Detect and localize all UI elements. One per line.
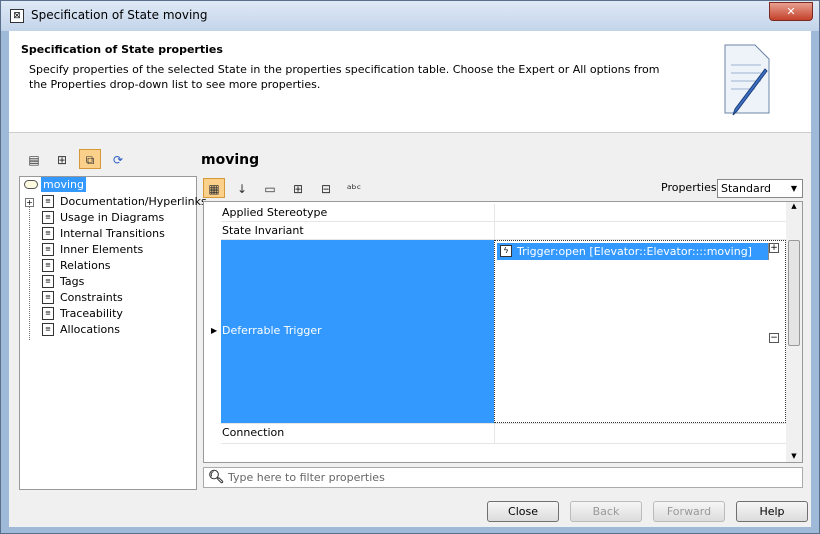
document-icon: ≡: [42, 227, 54, 240]
scroll-down-icon[interactable]: ▼: [786, 452, 802, 460]
scroll-up-icon[interactable]: ▲: [786, 202, 802, 210]
refresh-icon[interactable]: ⟳: [107, 150, 129, 170]
properties-table: Applied Stereotype State Invariant ▶ Def…: [203, 201, 803, 463]
categorized-icon[interactable]: ▦: [203, 178, 225, 198]
header-description: Specify properties of the selected State…: [29, 63, 660, 91]
tree-item[interactable]: Relations: [60, 258, 111, 274]
trigger-icon: ϟ: [500, 245, 512, 257]
properties-label: Properties:: [661, 181, 721, 194]
row-name: Deferrable Trigger: [221, 240, 494, 423]
app-icon: ⊠: [10, 9, 24, 23]
document-icon: ≡: [42, 243, 54, 256]
properties-selected: Standard: [721, 182, 772, 195]
tree-item[interactable]: Constraints: [60, 290, 123, 306]
table-row[interactable]: Applied Stereotype: [221, 204, 786, 222]
collapse-all-icon[interactable]: ⊟: [315, 179, 337, 199]
document-icon: ≡: [42, 195, 54, 208]
tree-item[interactable]: Inner Elements: [60, 242, 143, 258]
forward-button[interactable]: Forward: [653, 501, 725, 522]
help-button[interactable]: Help: [736, 501, 808, 522]
window-title: Specification of State moving: [31, 8, 208, 22]
copy-view-icon[interactable]: ⧉: [79, 149, 101, 169]
tree-line: [29, 207, 30, 340]
document-icon: ≡: [42, 275, 54, 288]
header-title: Specification of State properties: [21, 43, 223, 56]
document-pencil-icon: [724, 44, 770, 116]
title-bar: ⊠ Specification of State moving ✕: [1, 1, 819, 31]
tree-item[interactable]: Internal Transitions: [60, 226, 165, 242]
document-icon: ≡: [42, 259, 54, 272]
expand-icon[interactable]: +: [25, 198, 34, 207]
trigger-text: Trigger:open [Elevator::Elevator::::movi…: [517, 245, 752, 258]
trigger-list-item[interactable]: ϟ Trigger:open [Elevator::Elevator::::mov…: [497, 243, 769, 260]
sort-alpha-icon[interactable]: ↓: [231, 179, 253, 199]
row-pointer-icon: ▶: [211, 326, 218, 335]
state-icon: [24, 180, 38, 189]
remove-icon[interactable]: −: [769, 333, 779, 343]
document-icon: ≡: [42, 307, 54, 320]
expand-all-icon[interactable]: ⊞: [287, 179, 309, 199]
add-icon[interactable]: +: [769, 243, 779, 253]
filter-input[interactable]: 🔍︎ Type here to filter properties: [203, 467, 803, 488]
element-name: moving: [201, 152, 260, 168]
document-icon: ≡: [42, 211, 54, 224]
close-button[interactable]: Close: [487, 501, 559, 522]
row-name: Connection: [222, 426, 285, 439]
vertical-scrollbar[interactable]: ▲ ▼: [786, 202, 802, 462]
tree-item[interactable]: Usage in Diagrams: [60, 210, 164, 226]
row-value[interactable]: [494, 222, 786, 239]
chevron-down-icon: ▼: [790, 184, 798, 193]
row-value[interactable]: [494, 424, 786, 443]
table-row[interactable]: ▶ Deferrable Trigger ϟ Trigger:open [Elev…: [211, 240, 786, 424]
description-icon[interactable]: ▭: [259, 179, 281, 199]
document-icon: ≡: [42, 323, 54, 336]
table-row[interactable]: Connection: [221, 424, 786, 444]
row-name: Applied Stereotype: [222, 206, 328, 219]
spelling-icon[interactable]: ᵃᵇᶜ: [343, 179, 365, 199]
properties-dropdown[interactable]: Standard ▼: [717, 179, 803, 198]
search-icon: 🔍︎: [208, 470, 225, 485]
tree-item[interactable]: Traceability: [60, 306, 123, 322]
table-view-icon[interactable]: ▤: [23, 150, 45, 170]
tree-view-icon[interactable]: ⊞: [51, 150, 73, 170]
window-close-button[interactable]: ✕: [769, 2, 813, 21]
tree-item[interactable]: Allocations: [60, 322, 120, 338]
tree-root-moving[interactable]: moving: [41, 177, 86, 192]
tree-item[interactable]: Tags: [60, 274, 84, 290]
dialog-window: ⊠ Specification of State moving ✕ Specif…: [0, 0, 820, 534]
navigation-tree: moving ≡ Documentation/Hyperlinks ≡ Usage i…: [19, 176, 207, 490]
row-name: State Invariant: [222, 224, 304, 237]
tree-item[interactable]: Documentation/Hyperlinks: [60, 194, 207, 210]
scroll-thumb[interactable]: [788, 240, 800, 346]
header-panel: Specification of State properties Specif…: [9, 31, 811, 133]
row-value[interactable]: [494, 204, 786, 221]
back-button[interactable]: Back: [570, 501, 642, 522]
row-value[interactable]: ϟ Trigger:open [Elevator::Elevator::::mov…: [494, 240, 786, 423]
document-icon: ≡: [42, 291, 54, 304]
filter-placeholder: Type here to filter properties: [228, 471, 385, 484]
table-row[interactable]: State Invariant: [221, 222, 786, 240]
